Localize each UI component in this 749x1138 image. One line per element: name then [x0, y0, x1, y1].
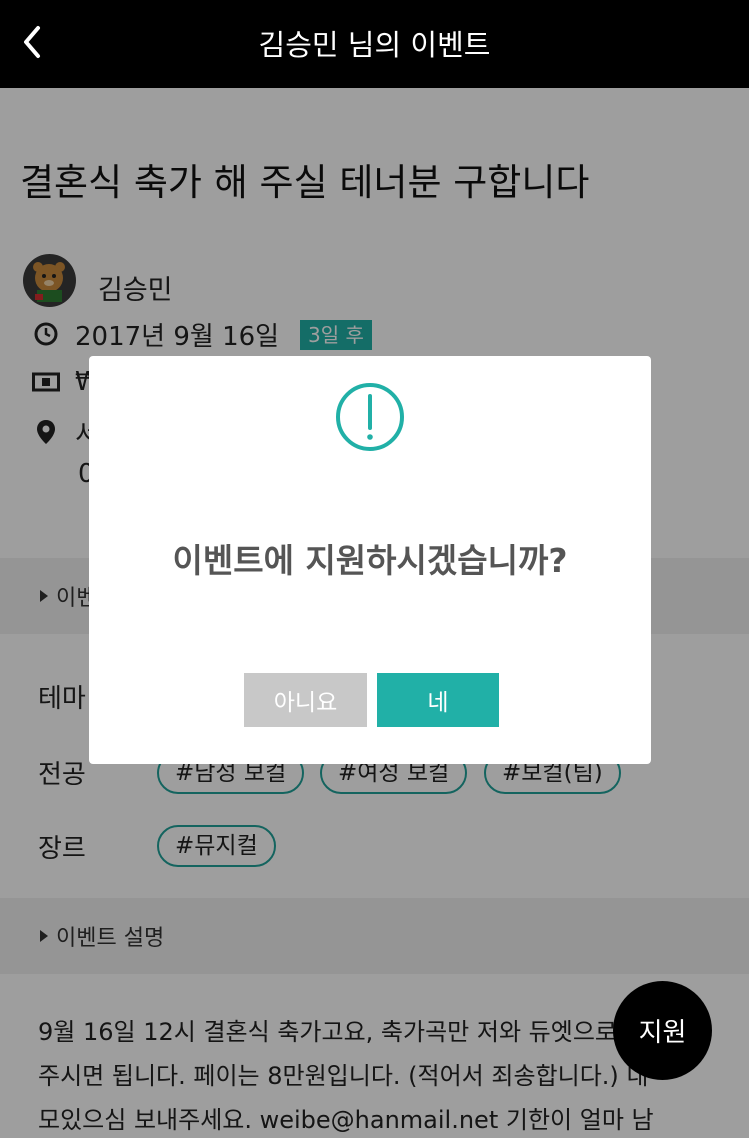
exclamation-circle-icon [335, 382, 405, 452]
apply-fab-button[interactable]: 지원 [613, 981, 712, 1080]
yes-button[interactable]: 네 [377, 673, 499, 727]
no-button[interactable]: 아니요 [244, 673, 367, 727]
dialog-message: 이벤트에 지원하시겠습니까? [172, 541, 568, 580]
page-title: 김승민 님의 이벤트 [258, 28, 491, 62]
confirm-dialog: 이벤트에 지원하시겠습니까? 아니요 네 [89, 356, 651, 764]
top-bar: 김승민 님의 이벤트 [0, 0, 749, 88]
